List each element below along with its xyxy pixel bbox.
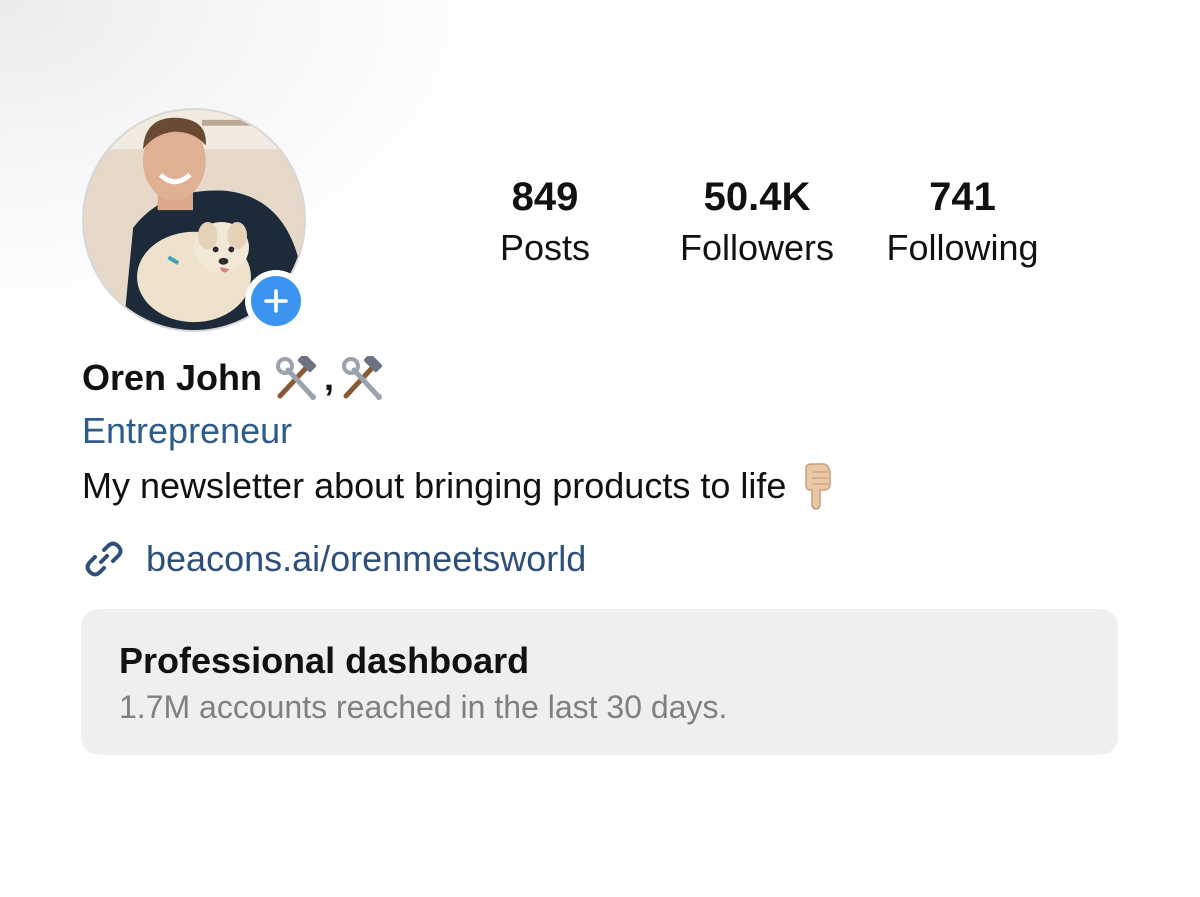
followers-count: 50.4K — [703, 175, 811, 219]
add-story-button[interactable] — [245, 270, 307, 332]
link-icon — [85, 541, 123, 577]
hammer-and-wrench-icon — [342, 356, 383, 400]
stat-posts[interactable]: 849 Posts — [480, 172, 610, 274]
hammer-and-wrench-icon — [276, 356, 317, 400]
profile-category: Entrepreneur — [82, 410, 293, 451]
profile-link[interactable]: beacons.ai/orenmeetsworld — [82, 534, 586, 584]
profile-name: Oren John — [82, 357, 263, 398]
stat-following[interactable]: 741 Following — [870, 172, 1055, 274]
dashboard-subtitle: 1.7M accounts reached in the last 30 day… — [119, 689, 728, 725]
following-count: 741 — [929, 175, 996, 219]
link-text[interactable]: beacons.ai/orenmeetsworld — [146, 538, 586, 580]
followers-label: Followers — [679, 227, 835, 268]
posts-count: 849 — [511, 175, 579, 219]
profile-page: 849 Posts 50.4K Followers 741 Following … — [0, 0, 1200, 897]
stat-followers[interactable]: 50.4K Followers — [662, 172, 852, 274]
bio-text: My newsletter about bringing products to… — [82, 465, 787, 506]
point-down-icon — [805, 463, 832, 510]
professional-dashboard-card[interactable]: Professional dashboard 1.7M accounts rea… — [81, 609, 1118, 755]
following-label: Following — [886, 227, 1039, 268]
profile-bio: My newsletter about bringing products to… — [82, 460, 834, 512]
profile-stats: 849 Posts 50.4K Followers 741 Following — [470, 172, 1070, 282]
posts-label: Posts — [499, 227, 591, 268]
profile-name-row: Oren John , — [82, 352, 386, 404]
dashboard-title: Professional dashboard — [119, 640, 530, 681]
emoji-separator: , — [324, 357, 335, 398]
name-emoji-group: , — [272, 356, 386, 400]
plus-icon — [251, 276, 301, 326]
